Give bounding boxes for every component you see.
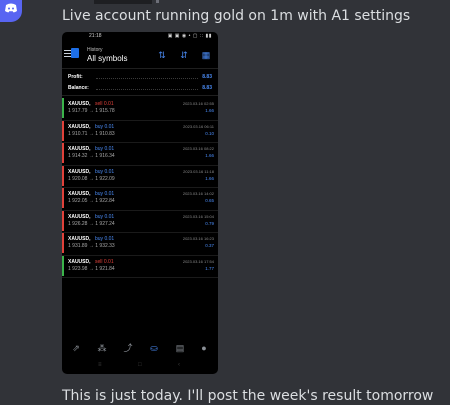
trade-time: 2023.03.16 15:04 bbox=[182, 213, 214, 219]
trade-row[interactable]: XAUUSD, buy 0.01 1 926.28 → 1 927.24 2023.0… bbox=[62, 210, 218, 233]
trade-symbol: XAUUSD, bbox=[68, 123, 91, 130]
chart-icon[interactable]: ⤴ bbox=[122, 342, 134, 354]
trade-row[interactable]: XAUUSD, buy 0.01 1 910.71 → 1 910.83 2023.0… bbox=[62, 120, 218, 143]
trade-time: 2023.03.16 08:22 bbox=[182, 146, 214, 151]
dotted-leader bbox=[96, 89, 198, 90]
trade-status-bar bbox=[62, 98, 64, 118]
trade-row[interactable]: XAUUSD, buy 0.01 1 931.89 → 1 932.33 2023.0… bbox=[62, 233, 218, 256]
dotted-leader bbox=[96, 78, 198, 79]
trade-symbol: XAUUSD, bbox=[68, 213, 91, 220]
trade-prices: 1 923.98 → 1 921.84 bbox=[68, 265, 115, 272]
trade-symbol: XAUUSD, bbox=[68, 168, 91, 175]
trade-status-bar bbox=[62, 165, 64, 186]
trade-time: 2023.03.16 16:23 bbox=[182, 236, 214, 241]
trade-prices: 1 922.05 → 1 922.84 bbox=[68, 198, 115, 204]
signals-icon[interactable]: ⁂ bbox=[96, 342, 108, 354]
trade-row[interactable]: XAUUSD, buy 0.01 1 914.32 → 1 916.34 2023.0… bbox=[62, 143, 218, 166]
trade-profit: 0.37 bbox=[205, 243, 214, 248]
trade-status-bar bbox=[62, 255, 64, 276]
trade-profit: 1.66 bbox=[205, 153, 214, 158]
chat-icon[interactable]: ● bbox=[198, 342, 210, 354]
trade-prices: 1 917.79 → 1 915.78 bbox=[68, 108, 115, 114]
summary-label: Profit: bbox=[68, 74, 83, 80]
summary-value: 8.83 bbox=[202, 74, 212, 80]
summary-balance: Balance: 8.83 bbox=[68, 83, 212, 93]
trade-prices: 1 931.89 → 1 932.33 bbox=[68, 243, 115, 249]
menu-icon[interactable] bbox=[64, 50, 71, 57]
avatar[interactable] bbox=[0, 0, 22, 22]
image-attachment[interactable]: 21:18 ▣ ▣ ◉ • ▢ ∷ ▮▮ History All symbols… bbox=[62, 32, 218, 374]
trade-symbol: XAUUSD, bbox=[68, 236, 91, 242]
message-text: This is just today. I'll post the week's… bbox=[62, 388, 434, 404]
trade-time: 2023.03.16 06:11 bbox=[183, 123, 214, 129]
header-title[interactable]: All symbols bbox=[87, 54, 127, 63]
status-bar: 21:18 ▣ ▣ ◉ • ▢ ∷ ▮▮ bbox=[62, 32, 218, 42]
trade-side: buy 0.01 bbox=[95, 168, 115, 175]
trade-row[interactable]: XAUUSD, sell 0.01 1 923.98 → 1 921.84 2023.… bbox=[62, 255, 218, 278]
trade-side: buy 0.01 bbox=[95, 123, 115, 130]
history-icon[interactable]: ⛀ bbox=[148, 342, 160, 354]
status-icons: ▣ ▣ ◉ • ▢ ∷ ▮▮ bbox=[167, 33, 212, 39]
username-placeholder bbox=[94, 0, 152, 4]
sort-icon[interactable]: ⇅ bbox=[156, 49, 168, 61]
back-icon[interactable]: ‹ bbox=[178, 362, 180, 368]
trade-prices: 1 914.32 → 1 916.34 bbox=[68, 153, 115, 159]
trade-side: buy 0.01 bbox=[95, 236, 115, 242]
trade-profit: 0.65 bbox=[205, 198, 214, 203]
trade-status-bar bbox=[62, 233, 64, 253]
trade-profit: 0.79 bbox=[205, 220, 214, 226]
trade-row[interactable]: XAUUSD, sell 0.01 1 917.79 → 1 915.78 2023.… bbox=[62, 98, 218, 121]
news-icon[interactable]: ▤ bbox=[174, 342, 186, 354]
calendar-icon[interactable]: ▦ bbox=[200, 49, 212, 61]
trade-profit: 1.66 bbox=[205, 108, 214, 113]
trade-prices: 1 910.71 → 1 910.83 bbox=[68, 130, 115, 137]
recents-icon[interactable]: ≡ bbox=[98, 362, 102, 368]
discord-logo-icon bbox=[5, 3, 17, 13]
message-text: Live account running gold on 1m with A1 … bbox=[62, 8, 411, 24]
trade-time: 2023.03.16 17:54 bbox=[182, 258, 214, 264]
trade-time: 2023.03.16 11:18 bbox=[183, 168, 214, 174]
trade-status-bar bbox=[62, 120, 64, 141]
trade-time: 2023.03.16 14:02 bbox=[182, 191, 214, 196]
timestamp-dot bbox=[156, 0, 159, 3]
trade-side: buy 0.01 bbox=[95, 191, 115, 197]
header-subtitle: History bbox=[87, 47, 103, 53]
divider bbox=[62, 68, 218, 69]
trade-prices: 1 926.28 → 1 927.24 bbox=[68, 220, 115, 227]
trade-side: buy 0.01 bbox=[95, 213, 115, 220]
app-icon bbox=[71, 48, 79, 58]
trade-symbol: XAUUSD, bbox=[68, 191, 91, 197]
trade-profit: 0.10 bbox=[205, 130, 214, 136]
trade-profit: 1.66 bbox=[205, 175, 214, 181]
trade-status-bar bbox=[62, 143, 64, 163]
summary-value: 8.83 bbox=[202, 85, 212, 91]
trade-symbol: XAUUSD, bbox=[68, 146, 91, 152]
bottom-nav: ⇗ ⁂ ⤴ ⛀ ▤ ● bbox=[62, 342, 218, 358]
divider bbox=[62, 95, 218, 96]
trade-prices: 1 920.08 → 1 922.09 bbox=[68, 175, 115, 182]
trade-status-bar bbox=[62, 188, 64, 208]
trade-side: buy 0.01 bbox=[95, 146, 115, 152]
summary-profit: Profit: 8.83 bbox=[68, 72, 212, 82]
system-nav-bar: ≡ □ ‹ bbox=[62, 360, 218, 372]
status-time: 21:18 bbox=[89, 33, 102, 39]
trade-profit: 1.77 bbox=[205, 265, 214, 271]
trade-symbol: XAUUSD, bbox=[68, 101, 91, 107]
summary-label: Balance: bbox=[68, 85, 89, 91]
trade-side: sell 0.01 bbox=[95, 258, 114, 265]
home-icon[interactable]: □ bbox=[138, 362, 142, 368]
trade-list: XAUUSD, sell 0.01 1 917.79 → 1 915.78 2023.… bbox=[62, 98, 218, 278]
history-header: History All symbols ⇅ ⇵ ▦ bbox=[62, 44, 218, 66]
quotes-icon[interactable]: ⇗ bbox=[70, 342, 82, 354]
swap-icon[interactable]: ⇵ bbox=[178, 49, 190, 61]
trade-side: sell 0.01 bbox=[95, 101, 114, 107]
trade-symbol: XAUUSD, bbox=[68, 258, 91, 265]
trade-row[interactable]: XAUUSD, buy 0.01 1 920.08 → 1 922.09 2023.0… bbox=[62, 165, 218, 188]
trade-time: 2023.03.16 02:55 bbox=[182, 101, 214, 106]
trade-row[interactable]: XAUUSD, buy 0.01 1 922.05 → 1 922.84 2023.0… bbox=[62, 188, 218, 211]
trade-status-bar bbox=[62, 210, 64, 231]
